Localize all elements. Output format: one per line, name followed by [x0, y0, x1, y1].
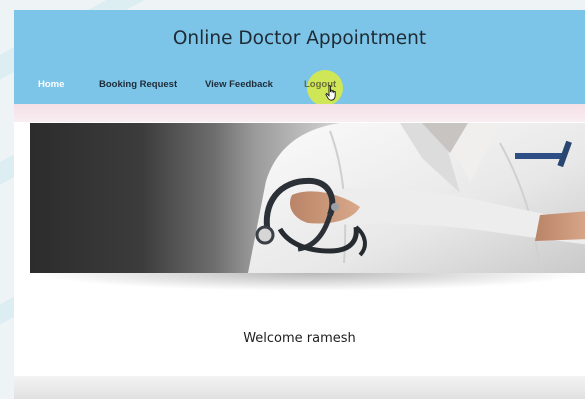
nav-view-feedback[interactable]: View Feedback: [205, 79, 273, 90]
hand-pointer-icon: [325, 85, 336, 101]
nav-booking-request[interactable]: Booking Request: [99, 79, 177, 90]
doctor-illustration: [248, 123, 585, 273]
footer-bar: [14, 376, 585, 399]
site-title: Online Doctor Appointment: [172, 28, 427, 49]
nav-home[interactable]: Home: [38, 79, 64, 90]
header-divider-band: [14, 104, 585, 122]
main-nav: Home Booking Request View Feedback Logou…: [14, 79, 585, 93]
hero-banner-image: [30, 123, 585, 273]
banner-shadow: [34, 273, 585, 291]
welcome-message: Welcome ramesh: [243, 331, 356, 346]
site-header: Online Doctor Appointment Home Booking R…: [14, 10, 585, 106]
page-container: Online Doctor Appointment Home Booking R…: [14, 10, 585, 399]
